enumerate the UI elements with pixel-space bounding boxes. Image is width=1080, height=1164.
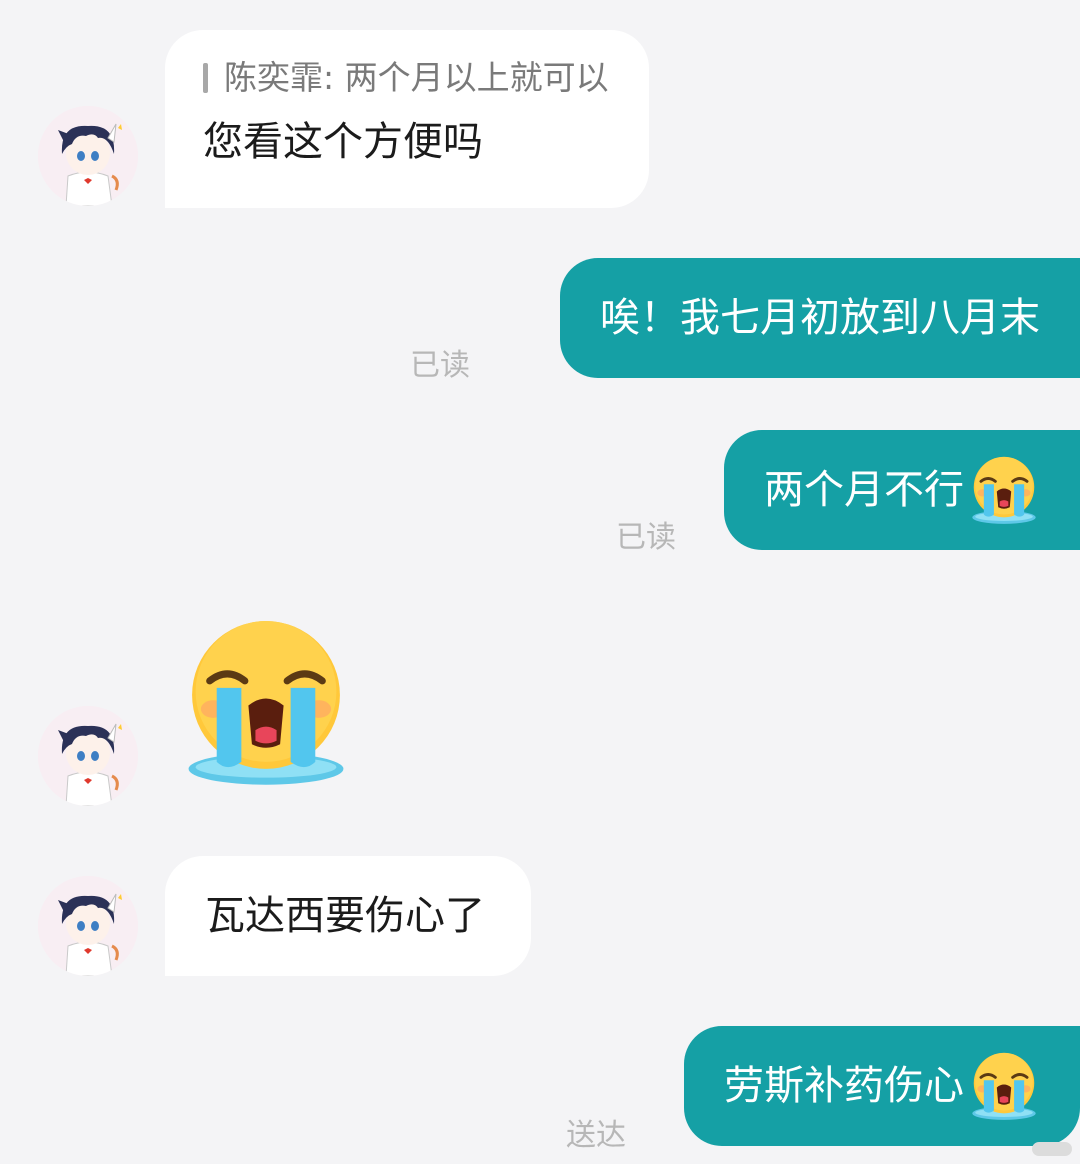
avatar-image [38,106,138,206]
chat-screen: 陈奕霏: 两个月以上就可以 您看这个方便吗 唉！我七月初放到八月末 已读 两个月… [0,0,1080,1164]
message-text: 劳斯补药伤心 [724,1063,964,1109]
quote-label: 陈奕霏: 两个月以上就可以 [224,58,609,97]
message-bubble-outgoing[interactable]: 劳斯补药伤心 [684,1026,1080,1146]
loudly-crying-face-icon [968,454,1040,526]
message-bubble-outgoing[interactable]: 唉！我七月初放到八月末 [560,258,1080,378]
message-text: 您看这个方便吗 [203,119,483,165]
message-bubble-incoming[interactable]: 陈奕霏: 两个月以上就可以 您看这个方便吗 [165,30,649,208]
message-text: 唉！我七月初放到八月末 [600,295,1040,341]
contact-avatar[interactable] [38,876,138,976]
message-text: 两个月不行 [764,467,964,513]
message-bubble-incoming[interactable]: 瓦达西要伤心了 [165,856,531,976]
loudly-crying-face-icon[interactable] [178,614,354,790]
quote-bar [203,63,208,93]
contact-avatar[interactable] [38,706,138,806]
read-status: 已读 [616,520,676,555]
read-status: 已读 [410,348,470,383]
message-text: 瓦达西要伤心了 [205,893,485,939]
contact-avatar[interactable] [38,106,138,206]
delivered-status: 送达 [566,1118,626,1153]
home-indicator [1032,1142,1072,1156]
avatar-image [38,876,138,976]
quoted-reply[interactable]: 陈奕霏: 两个月以上就可以 [203,58,609,98]
message-bubble-outgoing[interactable]: 两个月不行 [724,430,1080,550]
avatar-image [38,706,138,806]
loudly-crying-face-icon [968,1050,1040,1122]
